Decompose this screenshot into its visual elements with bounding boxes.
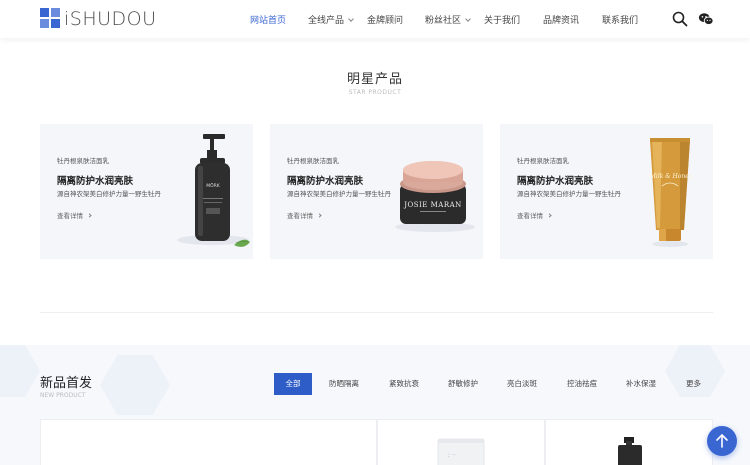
- tab-all[interactable]: 全部: [274, 373, 312, 395]
- svg-text:ː ·ˑ: ː ·ˑ: [448, 452, 456, 459]
- tab-label: 控油祛痘: [567, 379, 597, 388]
- card-category: 牡丹根泉肤洁面乳: [57, 157, 109, 165]
- dark-bottle-image: [618, 437, 642, 465]
- logo[interactable]: iSHUDOU: [40, 7, 157, 31]
- nav-item-label: 金牌顾问: [367, 16, 404, 26]
- star-section-subtitle: STAR PRODUCT: [348, 89, 402, 96]
- card-category: 牡丹根泉肤洁面乳: [287, 157, 339, 165]
- tab-more[interactable]: 更多: [686, 373, 701, 395]
- card-more-link[interactable]: 查看详情: [57, 210, 92, 220]
- chevron-down-icon: [465, 16, 471, 22]
- nav-item-news[interactable]: 品牌资讯: [543, 13, 579, 26]
- nav-item-label: 全线产品: [308, 16, 345, 26]
- tab-sunscreen[interactable]: 防晒隔离: [329, 373, 359, 395]
- card-description: 源自神农架美白修护力量一野生牡丹: [57, 190, 161, 198]
- nav-item-advisor[interactable]: 金牌顾问: [367, 13, 403, 26]
- card-category: 牡丹根泉肤洁面乳: [517, 157, 569, 165]
- chevron-right-icon: [87, 213, 92, 218]
- nav-item-label: 联系我们: [602, 16, 639, 26]
- logo-text: iSHUDOU: [64, 8, 157, 30]
- card-more-link[interactable]: 查看详情: [287, 210, 322, 220]
- new-product-item[interactable]: [545, 419, 713, 465]
- card-more-link[interactable]: 查看详情: [517, 210, 552, 220]
- new-product-feature-panel[interactable]: [40, 419, 377, 465]
- nav-item-community[interactable]: 粉丝社区: [425, 13, 471, 26]
- new-product-subtitle: NEW PRODUCT: [40, 392, 86, 399]
- section-divider: [40, 312, 713, 313]
- card-more-label: 查看详情: [517, 212, 543, 220]
- card-description: 源自神农架美白修护力量一野生牡丹: [287, 190, 391, 198]
- tab-label: 补水保湿: [626, 379, 656, 388]
- pump-bottle-image: MÖRK: [177, 134, 250, 247]
- tab-label: 全部: [285, 379, 301, 388]
- new-product-item[interactable]: ː ·ˑ: [377, 419, 545, 465]
- nav-item-label: 网站首页: [250, 16, 287, 26]
- tab-label: 更多: [686, 379, 701, 388]
- star-product-card[interactable]: 牡丹根泉肤洁面乳 隔离防护水润亮肤 源自神农架美白修护力量一野生牡丹 查看详情 …: [270, 124, 483, 259]
- card-title: 隔离防护水润亮肤: [517, 176, 594, 187]
- search-icon[interactable]: [672, 11, 688, 27]
- site-header: iSHUDOU 网站首页 全线产品 金牌顾问 粉丝社区 关于我们 品牌资讯 联系…: [0, 0, 750, 38]
- chevron-right-icon: [317, 213, 322, 218]
- star-product-card[interactable]: 牡丹根泉肤洁面乳 隔离防护水润亮肤 源自神农架美白修护力量一野生牡丹 查看详情 …: [500, 124, 713, 259]
- card-title: 隔离防护水润亮肤: [287, 176, 364, 187]
- tab-hydrating[interactable]: 补水保湿: [626, 373, 656, 395]
- tube-brand-label: Milk & Honey: [649, 173, 693, 180]
- card-more-label: 查看详情: [57, 212, 83, 220]
- nav-item-label: 粉丝社区: [425, 16, 462, 26]
- card-title: 隔离防护水润亮肤: [57, 176, 134, 187]
- nav-item-about[interactable]: 关于我们: [484, 13, 520, 26]
- tab-label: 防晒隔离: [329, 379, 359, 388]
- tab-label: 亮白淡斑: [507, 379, 537, 388]
- tab-label: 紧致抗衰: [389, 379, 419, 388]
- tube-image: Milk & Honey: [649, 138, 693, 247]
- cream-jar-image: JOSIE MARAN: [395, 161, 475, 232]
- nav-item-label: 关于我们: [484, 16, 521, 26]
- tab-oil-control[interactable]: 控油祛痘: [567, 373, 597, 395]
- nav-item-products[interactable]: 全线产品: [308, 13, 354, 26]
- chevron-down-icon: [348, 16, 354, 22]
- arrow-up-icon: [716, 434, 728, 448]
- card-description: 源自神农架美白修护力量一野生牡丹: [517, 190, 621, 198]
- tab-label: 舒敏修护: [448, 379, 478, 388]
- page: iSHUDOU 网站首页 全线产品 金牌顾问 粉丝社区 关于我们 品牌资讯 联系…: [0, 0, 750, 465]
- jar-brand-label: JOSIE MARAN: [403, 201, 462, 209]
- tab-brightening[interactable]: 亮白淡斑: [507, 373, 537, 395]
- nav-item-label: 品牌资讯: [543, 16, 580, 26]
- logo-mark-icon: [40, 8, 60, 30]
- wechat-icon[interactable]: [698, 11, 714, 27]
- card-more-label: 查看详情: [287, 212, 313, 220]
- pouch-product-image: ː ·ˑ: [437, 438, 485, 465]
- star-product-card[interactable]: 牡丹根泉肤洁面乳 隔离防护水润亮肤 源自神农架美白修护力量一野生牡丹 查看详情 …: [40, 124, 253, 259]
- star-section-title: 明星产品: [346, 72, 403, 87]
- chevron-right-icon: [547, 213, 552, 218]
- nav-item-home[interactable]: 网站首页: [250, 13, 286, 26]
- nav-item-contact[interactable]: 联系我们: [602, 13, 638, 26]
- back-to-top-button[interactable]: [707, 426, 737, 456]
- bottle-brand-label: MÖRK: [206, 182, 221, 189]
- tab-soothing[interactable]: 舒敏修护: [448, 373, 478, 395]
- new-product-title: 新品首发: [40, 376, 93, 391]
- tab-firming[interactable]: 紧致抗衰: [389, 373, 419, 395]
